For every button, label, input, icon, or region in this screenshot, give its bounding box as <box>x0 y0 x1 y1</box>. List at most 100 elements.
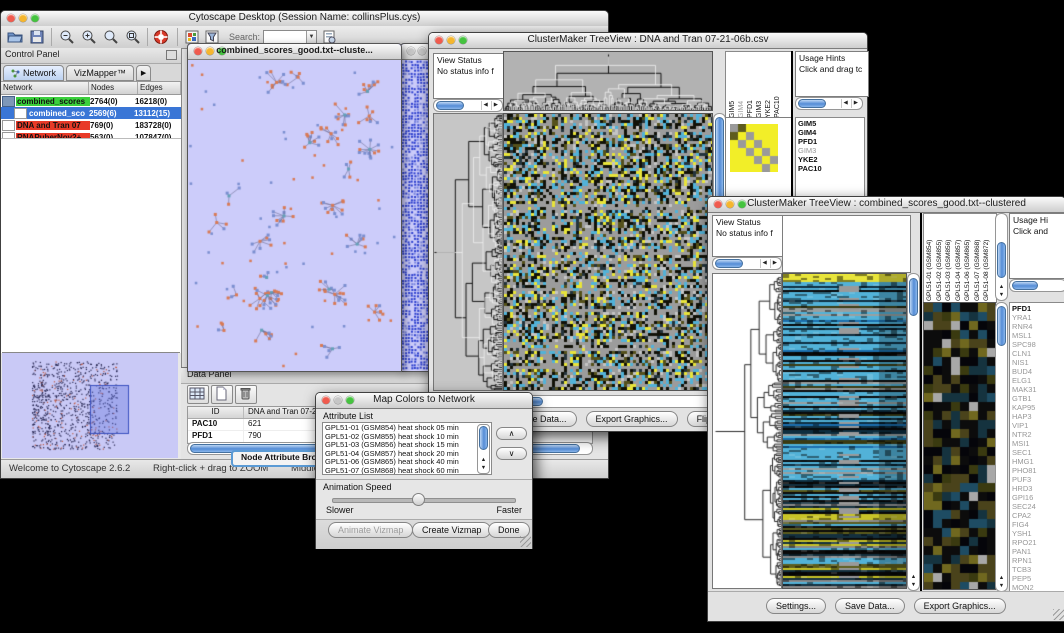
tab-vizmapper[interactable]: VizMapper™ <box>66 65 134 81</box>
gene-label[interactable]: MAK31 <box>1012 385 1064 394</box>
zoom-out-icon[interactable] <box>59 29 75 45</box>
gene-label[interactable]: YKE2 <box>798 155 862 164</box>
column-label[interactable]: GPL51-03 (GSM856) <box>944 215 954 301</box>
row-dendrogram[interactable] <box>712 273 782 589</box>
gene-label[interactable]: YRA1 <box>1012 313 1064 322</box>
dense-network-canvas[interactable] <box>401 60 428 370</box>
network-row[interactable]: combined_scores 2764(0) 16218(0) <box>1 95 181 107</box>
gene-label[interactable]: PAC10 <box>798 164 862 173</box>
gene-label[interactable]: PEP5 <box>1012 574 1064 583</box>
table-icon[interactable] <box>187 385 209 404</box>
scroll-up-icon[interactable]: ▲ <box>478 456 489 464</box>
resize-grip[interactable] <box>520 536 531 547</box>
network-view-titlebar[interactable]: combined_scores_good.txt--cluste... <box>188 44 401 60</box>
gene-label[interactable]: PHO81 <box>1012 466 1064 475</box>
network-view-canvas[interactable] <box>188 60 399 370</box>
gene-label[interactable]: RPO21 <box>1012 538 1064 547</box>
column-label[interactable]: GPL51-07 (GSM868) <box>973 215 983 301</box>
tab-network[interactable]: Network <box>3 65 64 81</box>
move-up-button[interactable]: ∧ <box>496 427 527 440</box>
treeview2-titlebar[interactable]: ClusterMaker TreeView : combined_scores_… <box>708 197 1064 213</box>
gene-label[interactable]: SEC24 <box>1012 502 1064 511</box>
gene-label[interactable]: GTB1 <box>1012 394 1064 403</box>
column-label[interactable]: YKE2 <box>764 54 773 118</box>
gene-label[interactable]: HAP3 <box>1012 412 1064 421</box>
submatrix-vscrollbar[interactable]: ▲ ▼ <box>995 302 1008 592</box>
scroll-up-icon[interactable]: ▲ <box>908 573 919 581</box>
gene-label[interactable]: BUD4 <box>1012 367 1064 376</box>
close-button[interactable] <box>714 200 722 208</box>
close-button[interactable] <box>7 14 15 22</box>
gene-label[interactable]: MSL1 <box>1012 331 1064 340</box>
hidden-network-window[interactable] <box>400 43 431 372</box>
scroll-down-icon[interactable]: ▼ <box>478 464 489 472</box>
gene-label[interactable]: PFD1 <box>798 137 862 146</box>
scroll-left-icon[interactable]: ◀ <box>481 101 490 110</box>
close-button[interactable] <box>322 396 330 404</box>
gene-label[interactable]: RPN1 <box>1012 556 1064 565</box>
gene-label[interactable]: SPC98 <box>1012 340 1064 349</box>
float-panel-icon[interactable] <box>166 50 177 60</box>
usage-hints-scrollbar[interactable]: ◀▶ <box>795 97 863 110</box>
column-label[interactable]: GPL51-04 (GSM857) <box>954 215 964 301</box>
speed-slider-thumb[interactable] <box>412 493 425 506</box>
column-label[interactable]: GPL51-01 (GSM854) <box>925 215 935 301</box>
column-label[interactable]: GPL51-08 (GSM872) <box>982 215 992 301</box>
close-button[interactable] <box>435 36 443 44</box>
view-status-scrollbar[interactable]: ◀▶ <box>712 257 782 270</box>
gene-label[interactable]: GPI16 <box>1012 493 1064 502</box>
treeview1-titlebar[interactable]: ClusterMaker TreeView : DNA and Tran 07-… <box>429 33 867 49</box>
open-session-icon[interactable] <box>7 29 23 45</box>
gene-label[interactable]: SEC1 <box>1012 448 1064 457</box>
correlation-submatrix[interactable] <box>730 124 778 172</box>
network-row[interactable]: DNA and Tran 07 769(0) 183728(0) <box>1 119 181 131</box>
column-label[interactable]: GIM3 <box>755 54 764 118</box>
view-status-scrollbar[interactable]: ◀▶ <box>433 99 503 112</box>
scroll-right-icon[interactable]: ▶ <box>491 101 500 110</box>
zoomed-submatrix[interactable] <box>923 302 996 590</box>
scroll-right-icon[interactable]: ▶ <box>851 99 860 108</box>
gene-label[interactable]: VIP1 <box>1012 421 1064 430</box>
treeview2-button[interactable]: Export Graphics... <box>914 598 1006 614</box>
close-button[interactable] <box>194 47 202 55</box>
gene-label[interactable]: GIM3 <box>798 146 862 155</box>
gene-label[interactable]: NTR2 <box>1012 430 1064 439</box>
dialog-titlebar[interactable]: Map Colors to Network <box>316 393 532 409</box>
scroll-down-icon[interactable]: ▼ <box>996 291 1007 299</box>
attribute-option[interactable]: GPL51-07 (GSM868) heat shock 60 min <box>323 467 491 476</box>
scroll-up-icon[interactable]: ▲ <box>996 283 1007 291</box>
gene-label[interactable]: GIM4 <box>798 128 862 137</box>
treeview2-button[interactable]: Save Data... <box>835 598 905 614</box>
network-row[interactable]: combined_sco 2569(6) 13112(15) <box>1 107 181 119</box>
gene-label[interactable]: MSI1 <box>1012 439 1064 448</box>
tab-overflow-arrow[interactable]: ▶ <box>136 65 151 81</box>
gene-label[interactable]: HRD3 <box>1012 484 1064 493</box>
scroll-down-icon[interactable]: ▼ <box>996 582 1007 590</box>
column-label[interactable]: GIM5 <box>728 54 737 118</box>
create-vizmap-button[interactable]: Create Vizmap <box>412 522 491 538</box>
gene-label[interactable]: YSH1 <box>1012 529 1064 538</box>
save-session-icon[interactable] <box>29 29 45 45</box>
gene-label[interactable]: CLN1 <box>1012 349 1064 358</box>
new-document-icon[interactable] <box>211 385 233 404</box>
scroll-down-icon[interactable]: ▼ <box>908 581 919 589</box>
zoom-fit-icon[interactable] <box>103 29 119 45</box>
heatmap-vscrollbar[interactable]: ▲ ▼ <box>907 273 920 591</box>
gene-label[interactable]: TCB3 <box>1012 565 1064 574</box>
column-label[interactable]: GPL51-02 (GSM855) <box>935 215 945 301</box>
resize-grip[interactable] <box>1053 609 1064 620</box>
row-dendrogram[interactable] <box>433 113 503 391</box>
treeview2-button[interactable]: Settings... <box>766 598 826 614</box>
gene-label[interactable]: KAP95 <box>1012 403 1064 412</box>
column-labels-scrollbar[interactable]: ▲ ▼ <box>995 213 1008 301</box>
heatmap-canvas[interactable] <box>782 273 907 589</box>
column-dendrogram[interactable] <box>503 51 713 111</box>
gene-label[interactable]: RNR4 <box>1012 322 1064 331</box>
gene-label[interactable]: CPA2 <box>1012 511 1064 520</box>
gene-label[interactable]: PAN1 <box>1012 547 1064 556</box>
column-label[interactable]: PFD1 <box>746 54 755 118</box>
heatmap-canvas[interactable] <box>503 113 713 391</box>
column-label[interactable]: PAC10 <box>773 54 782 118</box>
gene-label[interactable]: ELG1 <box>1012 376 1064 385</box>
zoom-in-icon[interactable] <box>81 29 97 45</box>
